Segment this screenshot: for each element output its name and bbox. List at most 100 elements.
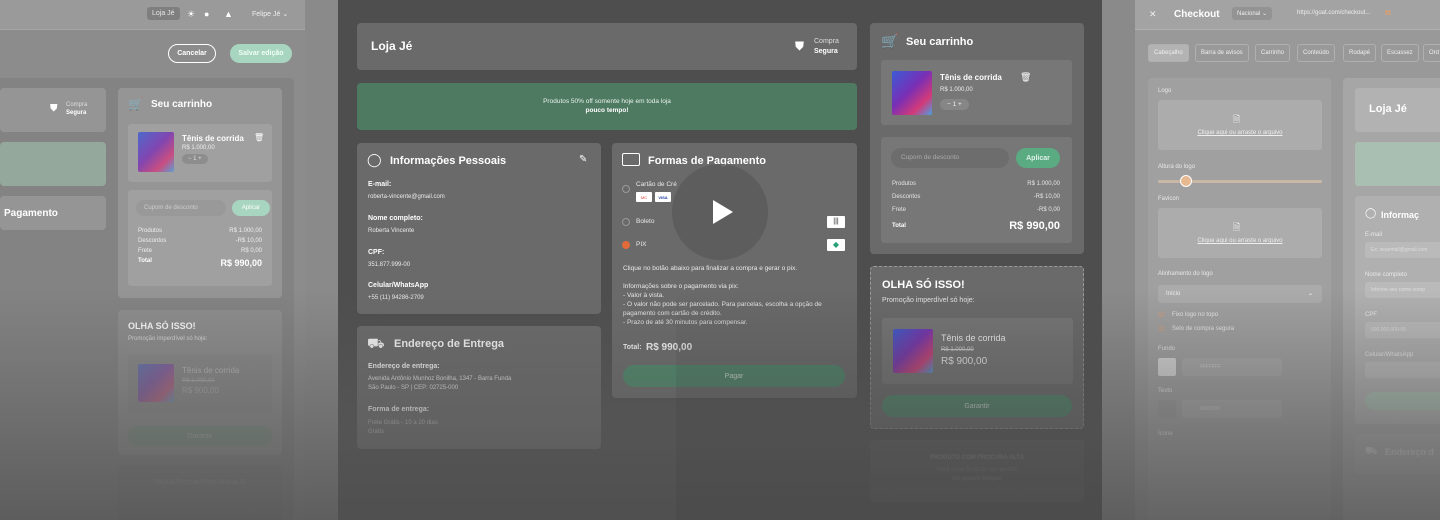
preview-phone-input[interactable]	[1365, 362, 1440, 378]
summary-value: R$ 1.000,00	[229, 228, 262, 234]
coupon-input[interactable]: Cupom de desconto	[891, 148, 1009, 168]
phone-label: Celular/WhatsApp	[368, 282, 429, 289]
demand-line2: em pouco tempo!	[870, 476, 1084, 482]
right-preview: Loja Jé ◯ Informaç E-mail Ex: seuemail@g…	[1343, 78, 1440, 520]
summary-label: Produtos	[138, 228, 163, 234]
cart-summary: Cupom de desconto Aplicar Produtos R$ 1.0…	[881, 137, 1072, 243]
text-color-swatch[interactable]	[1158, 400, 1176, 418]
bell-icon[interactable]: ▲	[224, 9, 233, 19]
cpf-label: CPF:	[368, 249, 385, 256]
promo-guarantee-button[interactable]: Garantir	[882, 395, 1072, 417]
user-circle-icon: ◯	[1365, 208, 1377, 219]
total-label: Total	[138, 258, 152, 264]
total-label: Total	[892, 223, 906, 229]
promo-button[interactable]: Garantir	[128, 426, 272, 446]
email-value: roberta-vincente@gmail.com	[368, 194, 445, 200]
demand-title: PRODUTO COM PROCURA ALTA	[153, 480, 247, 486]
logo-upload[interactable]: 🗎 Clique aqui ou arraste o arquivo	[1158, 100, 1322, 150]
tab-announcement-bar[interactable]: Barra de avisos	[1195, 44, 1249, 62]
cart-summary: Cupom de desconto Aplicar Produtos R$ 1.0…	[128, 190, 272, 286]
demand-line1: Você deve finalizar seu pedido	[936, 467, 1018, 473]
promo-item: Tênis de corrida R$ 1.000,00 R$ 900,00	[128, 354, 272, 412]
preview-cpf-input[interactable]: 000.000.000-00	[1365, 322, 1440, 338]
save-edit-button[interactable]: Salvar edição	[230, 44, 292, 63]
summary-row: Frete -R$ 0,00	[892, 207, 1060, 213]
upload-link[interactable]: Clique aqui ou arraste o arquivo	[1158, 238, 1322, 244]
cancel-button[interactable]: Cancelar	[168, 44, 216, 63]
summary-row: Descontos -R$ 10,00	[892, 194, 1060, 200]
pix-info-line: pagamento com cartão de crédito.	[623, 310, 722, 317]
tab-content[interactable]: Conteúdo	[1297, 44, 1336, 62]
radio-pix-selected[interactable]	[622, 241, 630, 249]
promo-new-price: R$ 900,00	[182, 386, 219, 395]
product-price: R$ 1.000,00	[940, 87, 973, 93]
preview-store-name: Loja Jé	[1369, 103, 1407, 115]
pix-info-line: - O valor não pode ser parcelado. Para p…	[623, 301, 822, 308]
promo-item: Tênis de corrida R$ 1.000,00 R$ 900,00	[882, 318, 1073, 384]
total-value: R$ 990,00	[220, 258, 262, 268]
summary-value: R$ 0,00	[240, 248, 262, 254]
preview-continue-button[interactable]	[1365, 392, 1440, 410]
text-color-input[interactable]: #000000	[1182, 400, 1282, 418]
trash-icon[interactable]: 🗑	[254, 133, 264, 142]
region-dropdown[interactable]: Nacional ⌄	[1232, 7, 1273, 20]
qty-stepper[interactable]: − 1 +	[940, 99, 969, 110]
align-select[interactable]: Início ⌄	[1158, 285, 1322, 303]
logo-height-slider[interactable]	[1158, 175, 1322, 187]
summary-label: Frete	[892, 207, 907, 213]
radio-card[interactable]	[622, 185, 630, 193]
sun-icon[interactable]: ☀	[187, 9, 195, 20]
tab-order[interactable]: Ord	[1423, 44, 1440, 62]
radio-boleto[interactable]	[622, 218, 630, 226]
close-icon[interactable]: ✕	[1149, 9, 1157, 20]
address-title: Endereço de Entrega	[394, 338, 505, 350]
summary-row: Frete R$ 0,00	[138, 248, 262, 258]
shield-icon: ⛊	[795, 39, 805, 53]
file-icon: 🗎	[1233, 114, 1241, 124]
truck-icon: ⛟	[1365, 446, 1378, 457]
banner-highlight: pouco tempo!	[585, 107, 629, 114]
fixed-logo-label: Fixo logo no topo	[1172, 312, 1219, 318]
product-image	[138, 132, 174, 172]
pay-button[interactable]: Pagar	[623, 365, 845, 387]
checkbox-fixed-logo[interactable]: ☑	[1158, 311, 1164, 319]
header-settings-form: Logo 🗎 Clique aqui ou arraste o arquivo …	[1148, 78, 1331, 520]
checkbox-secure-seal[interactable]: ☑	[1158, 325, 1164, 333]
preview-personal-card: ◯ Informaç E-mail Ex: seuemail@gmail.com…	[1355, 196, 1440, 424]
summary-value: -R$ 0,00	[1036, 207, 1060, 213]
apply-coupon-button[interactable]: Aplicar	[232, 200, 270, 216]
preview-email-input[interactable]: Ex: seuemail@gmail.com	[1365, 242, 1440, 258]
trash-icon[interactable]: 🗑	[1020, 72, 1031, 83]
logo-height-label: Altura do logo	[1158, 164, 1196, 170]
background-color-input[interactable]: #FFFFFF	[1182, 358, 1282, 376]
text-color-value: #000000	[1200, 406, 1220, 412]
user-menu[interactable]: Felipe Jé ⌄	[252, 10, 288, 18]
region-value: Nacional	[1237, 11, 1261, 17]
edit-pencil-icon[interactable]: ✎	[579, 154, 587, 165]
secure-seal-label: Selo de compra segura	[1172, 326, 1235, 332]
tab-footer[interactable]: Rodapé	[1343, 44, 1377, 62]
apply-coupon-button[interactable]: Aplicar	[1016, 148, 1060, 168]
demand-line2-prefix: em	[952, 476, 963, 482]
chat-icon[interactable]: ●	[204, 9, 209, 19]
tab-header[interactable]: Cabeçalho	[1148, 44, 1189, 62]
qty-stepper[interactable]: − 1 +	[182, 154, 208, 164]
favicon-upload[interactable]: 🗎 Clique aqui ou arraste o arquivo	[1158, 208, 1322, 258]
preview-address-card: ⛟ Endereço d	[1355, 434, 1440, 474]
store-name: Loja Jé	[371, 39, 413, 53]
left-payment-card: Pagamento	[0, 196, 106, 230]
copy-icon[interactable]: ⧉	[1385, 8, 1391, 18]
background-color-swatch[interactable]	[1158, 358, 1176, 376]
tab-cart[interactable]: Carrinho	[1255, 44, 1291, 62]
tab-scarcity[interactable]: Escassez	[1381, 44, 1419, 62]
play-video-button[interactable]	[672, 164, 768, 260]
promo-product-image	[138, 364, 174, 402]
cart-icon: 🛒	[128, 97, 143, 111]
promo-title: OLHA SÓ ISSO!	[882, 279, 965, 291]
store-selector[interactable]: Loja Jé	[147, 7, 180, 20]
user-circle-icon: ◯	[367, 152, 382, 167]
coupon-input[interactable]: Cupom de desconto	[136, 200, 226, 216]
preview-name-input[interactable]: Informe seu nome comp	[1365, 282, 1440, 298]
upload-link[interactable]: Clique aqui ou arraste o arquivo	[1158, 130, 1322, 136]
slider-handle[interactable]	[1179, 175, 1192, 187]
